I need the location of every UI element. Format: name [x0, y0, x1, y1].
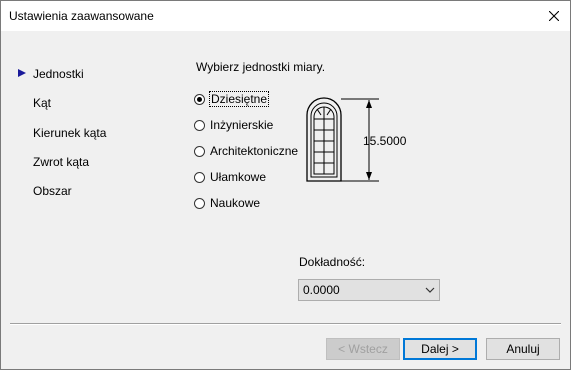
- radio-circle[interactable]: [194, 197, 205, 209]
- radio-label: Inżynierskie: [210, 118, 274, 132]
- radio-label: Ułamkowe: [210, 170, 267, 184]
- dialog-title: Ustawienia zaawansowane: [9, 9, 154, 23]
- close-button[interactable]: [538, 1, 570, 31]
- close-icon: [549, 11, 559, 21]
- triangle-right-icon: [18, 69, 26, 77]
- units-prompt: Wybierz jednostki miary.: [196, 60, 326, 74]
- back-button[interactable]: < Wstecz: [326, 338, 400, 360]
- precision-label: Dokładność:: [299, 255, 366, 269]
- radio-inzynierskie[interactable]: Inżynierskie: [194, 118, 273, 132]
- radio-label: Naukowe: [210, 196, 261, 210]
- chevron-down-icon[interactable]: [421, 287, 439, 293]
- cancel-button[interactable]: Anuluj: [486, 338, 560, 360]
- nav-item-kierunek-kata[interactable]: Kierunek kąta: [33, 126, 106, 140]
- nav-item-kat[interactable]: Kąt: [33, 96, 51, 110]
- radio-architektoniczne[interactable]: Architektoniczne: [194, 144, 298, 158]
- radio-naukowe[interactable]: Naukowe: [194, 196, 260, 210]
- radio-label: Dziesiętne: [208, 91, 270, 107]
- radio-circle[interactable]: [194, 119, 205, 131]
- radio-circle[interactable]: [194, 145, 205, 157]
- nav-item-zwrot-kata[interactable]: Zwrot kąta: [33, 155, 89, 169]
- precision-select[interactable]: 0.0000: [298, 279, 440, 301]
- footer-divider: [10, 323, 561, 325]
- dialog-window: Ustawienia zaawansowane Jednostki Kąt Ki…: [0, 0, 571, 370]
- radio-circle[interactable]: [194, 171, 205, 183]
- radio-ulamkowe[interactable]: Ułamkowe: [194, 170, 266, 184]
- radio-label: Architektoniczne: [210, 144, 299, 158]
- nav-item-jednostki[interactable]: Jednostki: [33, 67, 84, 81]
- radio-circle[interactable]: [194, 93, 205, 105]
- radio-dziesietne[interactable]: Dziesiętne: [194, 91, 270, 107]
- precision-value: 0.0000: [303, 283, 340, 297]
- next-button[interactable]: Dalej >: [403, 338, 477, 360]
- title-bar: Ustawienia zaawansowane: [1, 1, 570, 31]
- nav-item-obszar[interactable]: Obszar: [33, 184, 72, 198]
- preview-value: 15.5000: [363, 134, 407, 148]
